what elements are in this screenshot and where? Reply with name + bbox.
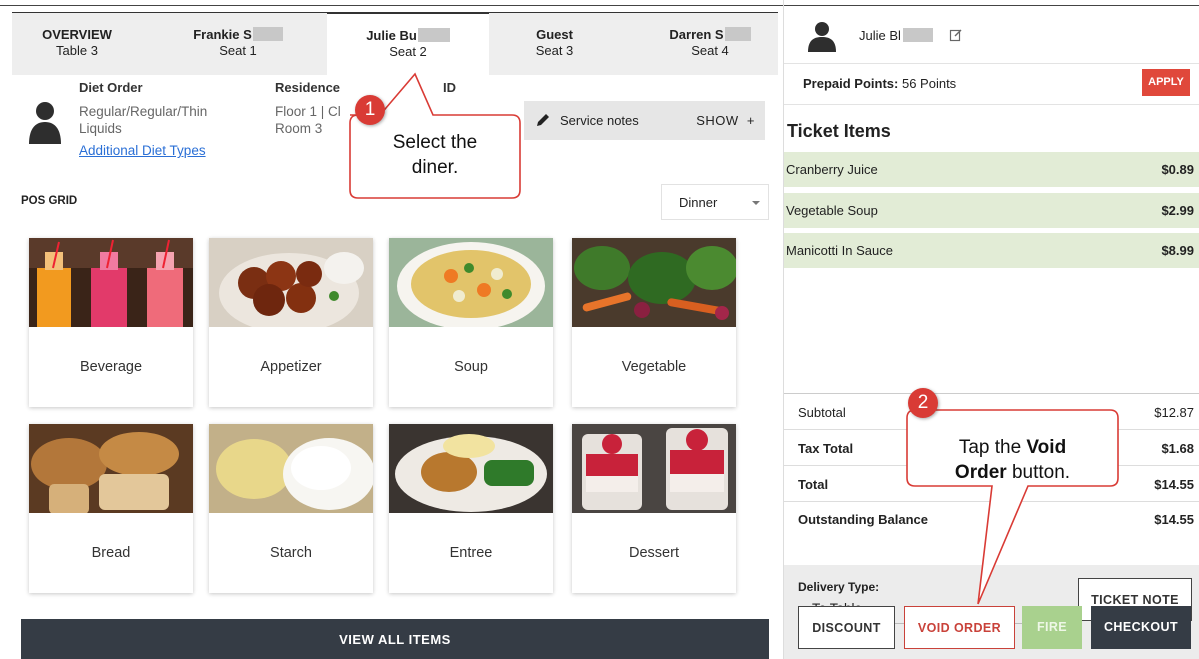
- callout-1-text: Select the diner.: [392, 132, 478, 178]
- callout-number-badge: 2: [908, 388, 938, 418]
- callout-shapes: [349, 72, 1119, 605]
- callout-number-badge: 1: [355, 95, 385, 125]
- callout-2-text: Tap the Void Order button.: [954, 437, 1071, 483]
